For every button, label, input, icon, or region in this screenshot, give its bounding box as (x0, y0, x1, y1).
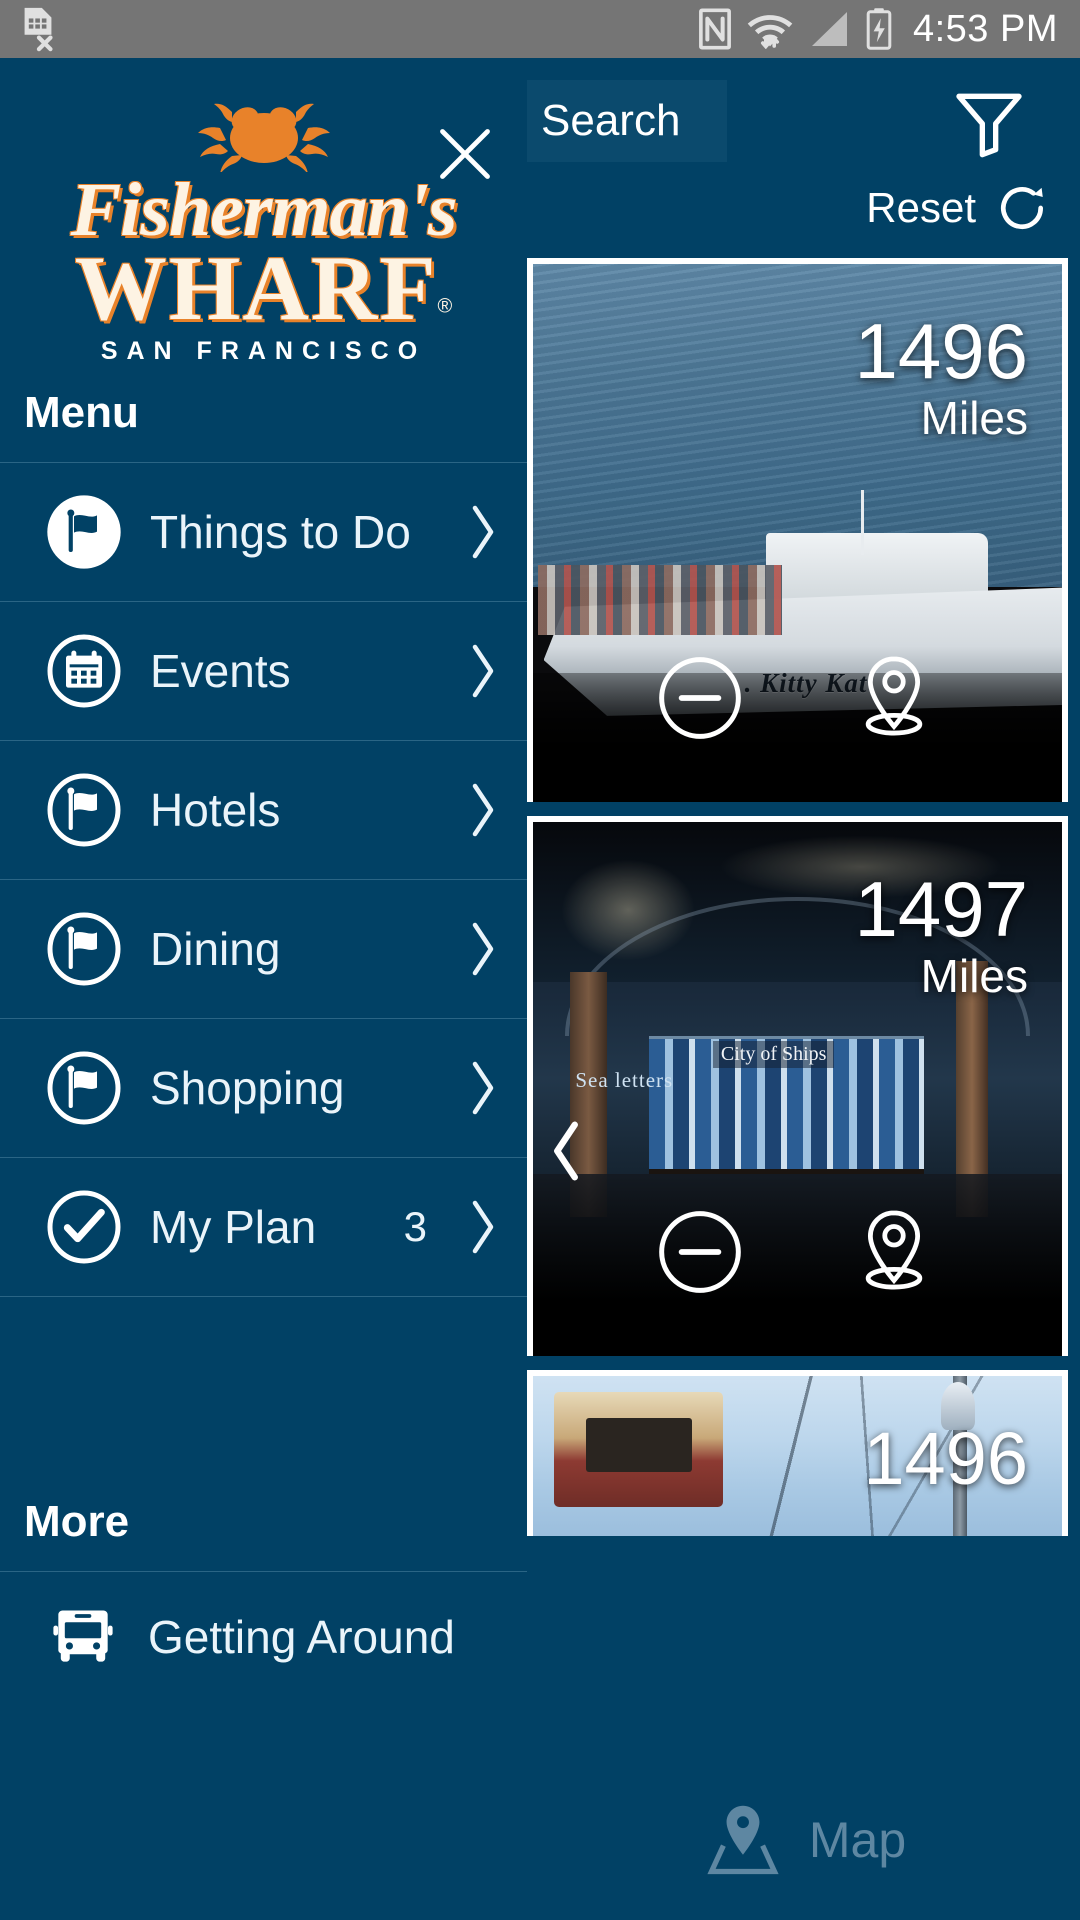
logo-registered-mark: ® (437, 295, 453, 318)
card-actions (533, 1204, 1062, 1300)
sidebar-item-label: Shopping (150, 1062, 345, 1114)
map-pin-icon[interactable] (846, 1204, 942, 1300)
check-icon (47, 1190, 121, 1264)
sidebar-item-dining[interactable]: Dining (0, 880, 527, 1018)
battery-charging-icon (866, 8, 892, 50)
chevron-right-icon (472, 1061, 494, 1115)
sidebar-item-shopping[interactable]: Shopping (0, 1019, 527, 1157)
distance-unit: Miles (920, 950, 1028, 1002)
museum-sign-a: Sea letters (575, 1067, 674, 1092)
place-card[interactable]: 1496 (527, 1370, 1068, 1536)
chevron-right-icon (472, 644, 494, 698)
minus-circle-icon[interactable] (654, 652, 746, 744)
logo-line-3: SAN FRANCISCO (100, 336, 427, 365)
sidebar-item-hotels[interactable]: Hotels (0, 741, 527, 879)
content-topbar: Search Reset (527, 58, 1080, 258)
bottom-tab-label: Map (808, 1812, 907, 1868)
distance-unit: Miles (920, 392, 1028, 444)
content-panel: Search Reset 1496 Miles Sea letters City… (527, 58, 1080, 1920)
chevron-right-icon (472, 505, 494, 559)
refresh-icon (1001, 187, 1044, 230)
place-card[interactable]: Sea letters City of Ships 1497 Miles (527, 816, 1068, 1356)
bus-icon (53, 1610, 113, 1662)
chevron-right-icon (472, 1200, 494, 1254)
minus-circle-icon[interactable] (654, 1206, 746, 1298)
map-pin-icon (707, 1805, 779, 1875)
reset-button[interactable]: Reset (866, 180, 1050, 236)
map-pin-icon[interactable] (846, 650, 942, 746)
distance-value: 1496 (863, 1417, 1028, 1500)
sidebar-item-events[interactable]: Events (0, 602, 527, 740)
menu-heading: Menu (24, 388, 139, 437)
signal-icon (811, 12, 847, 46)
carousel-prev-button[interactable] (543, 1116, 589, 1186)
status-bar-time: 4:53 PM (912, 7, 1058, 50)
chevron-right-icon (472, 922, 494, 976)
search-input[interactable]: Search (527, 80, 727, 162)
sidebar-item-label: Hotels (150, 784, 281, 836)
museum-sign-b: City of Ships (712, 1040, 835, 1068)
flag-icon (47, 773, 121, 847)
sidebar-item-label: Events (150, 645, 291, 697)
logo-line-1: Fisherman's (70, 168, 457, 253)
place-card[interactable]: . Kitty Kat 1496 Miles (527, 258, 1068, 802)
filter-funnel-icon (956, 93, 1022, 158)
sidebar-item-label: My Plan (150, 1201, 317, 1253)
reset-label: Reset (866, 184, 976, 231)
flag-icon (47, 912, 121, 986)
sidebar-item-label: Dining (150, 923, 281, 975)
sidebar-item-label: Things to Do (150, 506, 411, 558)
navigation-drawer: Fisherman's WHARF® SAN FRANCISCO Menu Th… (0, 58, 527, 1920)
status-bar: 4:53 PM (0, 0, 1080, 58)
distance-overlay: 1496 Miles (854, 312, 1028, 448)
sidebar-item-things-to-do[interactable]: Things to Do (0, 463, 527, 601)
card-actions (533, 650, 1062, 746)
sidebar-item-getting-around[interactable]: Getting Around (0, 1572, 527, 1702)
flag-icon (47, 495, 121, 569)
distance-overlay: 1497 Miles (854, 870, 1028, 1006)
distance-overlay: 1496 (863, 1422, 1028, 1496)
sidebar-item-label: Getting Around (148, 1611, 455, 1663)
wifi-icon (747, 15, 793, 49)
calendar-icon (47, 634, 121, 708)
nfc-icon (699, 8, 731, 50)
close-icon (440, 129, 490, 179)
chevron-right-icon (472, 783, 494, 837)
close-drawer-button[interactable] (417, 106, 513, 202)
logo-line-2: WHARF (74, 237, 438, 340)
sidebar-item-my-plan[interactable]: My Plan 3 (0, 1158, 527, 1296)
drawer-spacer (0, 1297, 527, 1497)
card-list: . Kitty Kat 1496 Miles (527, 258, 1080, 1550)
search-input-value: Search (541, 96, 681, 145)
flag-icon (47, 1051, 121, 1125)
bottom-tab-map[interactable]: Map (527, 1760, 1080, 1920)
distance-value: 1497 (854, 865, 1028, 953)
chevron-left-icon (554, 1121, 578, 1181)
more-heading: More (24, 1497, 130, 1546)
sim-card-error-icon (24, 7, 53, 52)
filter-button[interactable] (946, 80, 1032, 166)
crab-icon (197, 103, 330, 173)
my-plan-count-badge: 3 (403, 1203, 427, 1250)
distance-value: 1496 (854, 307, 1028, 395)
